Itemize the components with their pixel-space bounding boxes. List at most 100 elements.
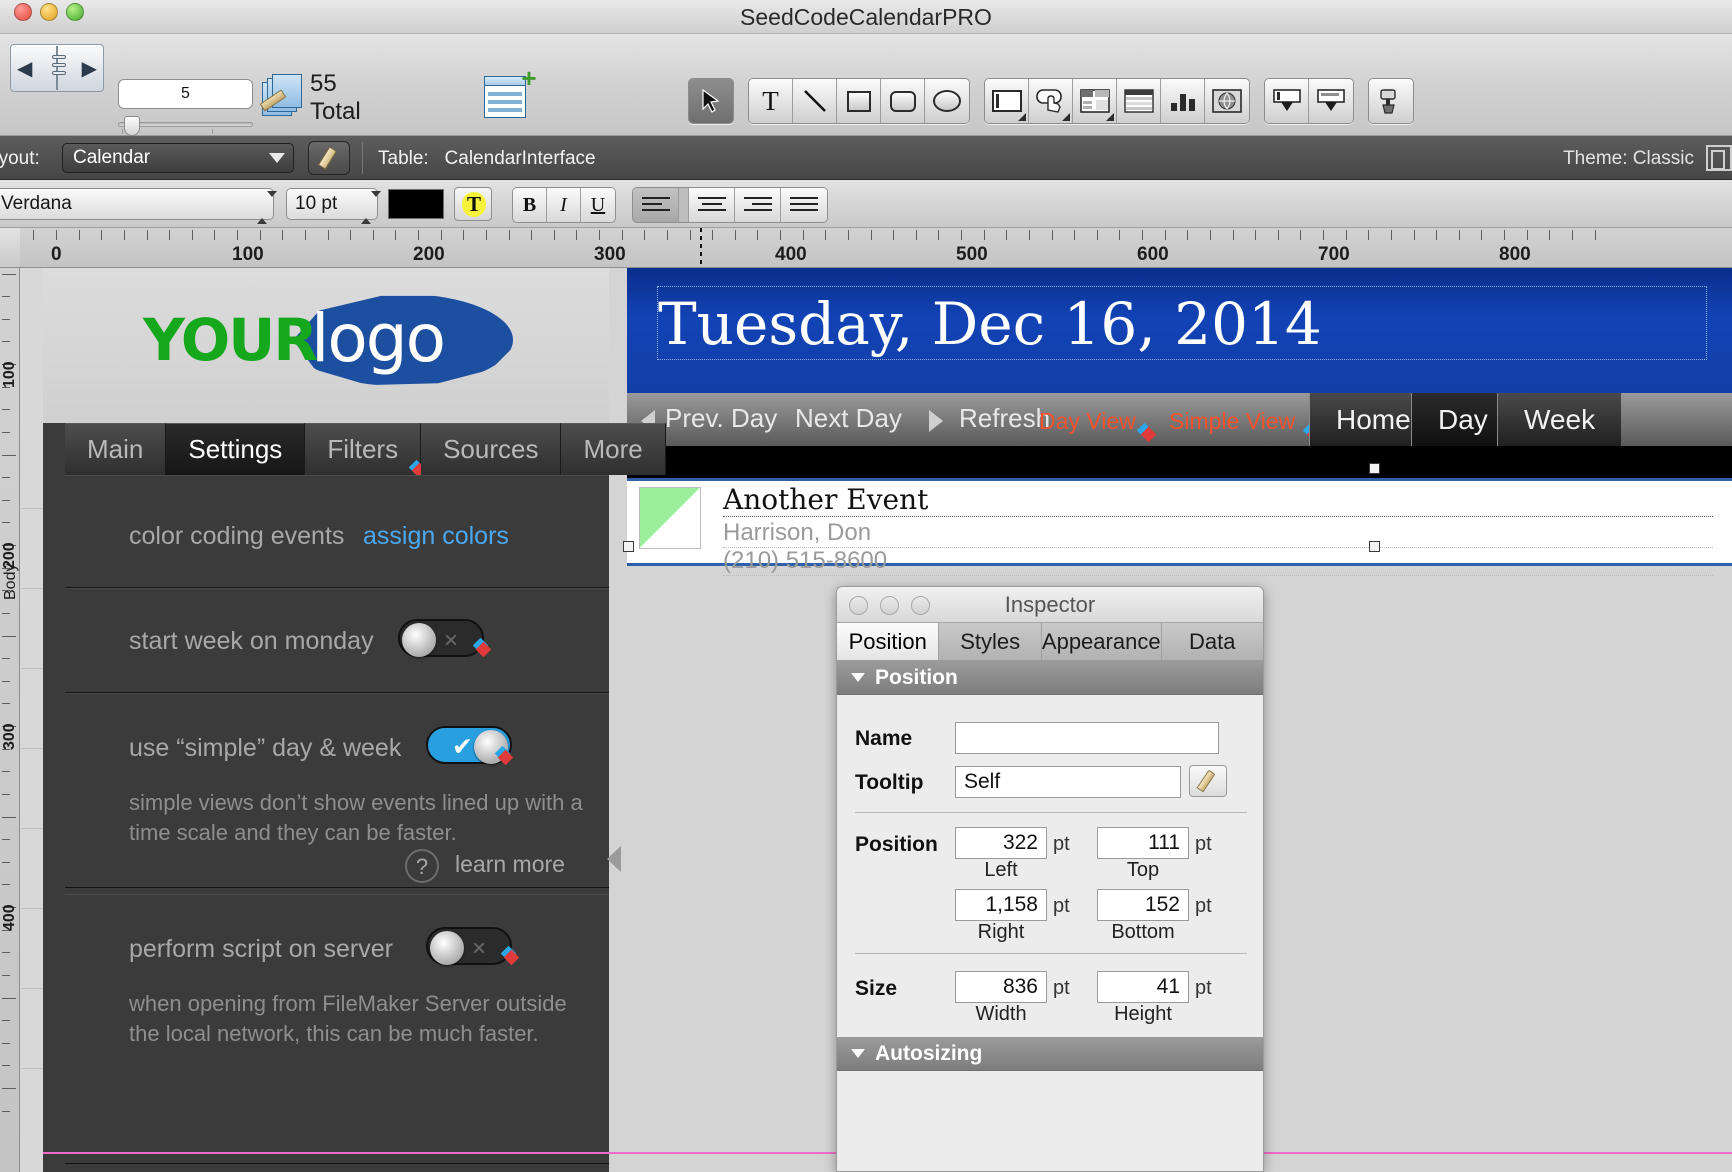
toggle-off-mark: × [444,627,459,654]
portal-tool[interactable] [1117,79,1161,123]
setting-label-color-coding: color coding events [129,522,345,550]
sublabel-bottom: Bottom [1111,921,1175,943]
ruler-tick [1006,230,1008,240]
sidebar-tab-main[interactable]: Main [65,423,167,475]
input-position-right[interactable]: 1,158 [955,889,1047,921]
format-painter-group [1368,78,1414,124]
refresh-button[interactable]: Refresh [959,403,1050,434]
layout-slider[interactable] [118,116,253,136]
text-tool[interactable]: T [749,79,793,123]
toggle-simple-views[interactable]: ✔ [426,726,514,766]
panel-collapse-arrow-icon[interactable] [607,846,621,872]
body-part-tab[interactable]: Body [0,540,20,840]
field-picker-tool[interactable] [1265,79,1309,123]
input-size-width[interactable]: 836 [955,971,1047,1003]
input-position-bottom[interactable]: 152 [1097,889,1189,921]
previous-layout-arrow[interactable]: ◀ [11,56,38,81]
ruler-label: 400 [775,244,807,265]
button-tool[interactable] [1029,79,1073,123]
layout-select[interactable]: Calendar [62,143,294,173]
input-tooltip[interactable]: Self [955,766,1181,798]
selection-handle[interactable] [1369,541,1380,552]
underline-button[interactable]: U [581,188,615,222]
input-position-left[interactable]: 322 [955,827,1047,859]
stepper-icon[interactable] [361,191,381,224]
ruler-tick [1368,230,1370,240]
next-day-button[interactable]: Next Day [795,403,902,434]
format-bar: Verdana 10 pt T B I U [0,180,1732,228]
rounded-rectangle-tool[interactable] [881,79,925,123]
sidebar-tab-strip: Main Settings Filters Sources More [65,423,666,479]
oval-tool[interactable] [925,79,969,123]
prev-day-button[interactable]: Prev. Day [665,403,777,434]
record-navigation-book[interactable]: ◀ ▶ [10,44,104,92]
setting-row-color-coding: color coding events assign colors [65,475,609,588]
input-position-top[interactable]: 111 [1097,827,1189,859]
inspector-maximize-button[interactable] [911,596,930,615]
sidebar-tab-settings[interactable]: Settings [166,423,306,475]
tooltip-edit-button[interactable] [1189,765,1227,797]
sidebar-tab-more[interactable]: More [561,423,666,475]
font-family-select[interactable]: Verdana [0,188,277,224]
setting-description-psos: when opening from FileMaker Server outsi… [129,991,567,1046]
selection-handle[interactable] [623,541,634,552]
layout-number-input[interactable]: 5 [118,79,253,109]
field-tool[interactable] [985,79,1029,123]
toggle-start-week-monday[interactable]: × [398,619,492,658]
input-size-height[interactable]: 41 [1097,971,1189,1003]
simple-view-link[interactable]: Simple View [1169,408,1295,435]
inspector-section-autosizing[interactable]: Autosizing [837,1037,1263,1071]
italic-button[interactable]: I [547,188,581,222]
inspector-tab-position[interactable]: Position [837,623,940,660]
help-icon[interactable]: ? [405,849,439,883]
selection-handle[interactable] [1369,463,1380,474]
font-size-select[interactable]: 10 pt [286,188,381,224]
align-right-button[interactable] [735,188,781,222]
drawing-tool-group: T [748,78,970,124]
align-center-button[interactable] [689,188,735,222]
inspector-tab-data[interactable]: Data [1161,623,1264,660]
view-tab-week[interactable]: Week [1497,393,1622,446]
inspector-close-button[interactable] [849,596,868,615]
line-tool[interactable] [793,79,837,123]
toggle-psos[interactable]: × [426,927,520,966]
chart-tool[interactable] [1161,79,1205,123]
day-view-link[interactable]: Day View [1039,408,1136,435]
next-day-arrow-icon[interactable] [929,410,943,432]
part-tool-group [1264,78,1354,124]
ruler-tick [1074,230,1076,240]
stepper-icon[interactable] [257,191,277,224]
edit-layout-button[interactable] [308,141,350,175]
part-tool[interactable] [1309,79,1353,123]
ruler-tick [531,230,533,240]
format-painter-tool[interactable] [1369,79,1413,123]
ruler-tick [1571,230,1573,240]
fill-color-swatch[interactable] [388,189,444,219]
input-name[interactable] [955,722,1219,754]
align-justify-button[interactable] [781,188,827,222]
ruler-tick [304,230,306,240]
panel-tool[interactable] [1073,79,1117,123]
new-layout-report-button[interactable]: + [478,65,538,124]
ruler-tick [847,230,849,240]
calendar-event-row[interactable]: Another Event Harrison, Don (210) 515-86… [627,478,1732,576]
rectangle-tool[interactable] [837,79,881,123]
inspector-minimize-button[interactable] [880,596,899,615]
inspector-section-position[interactable]: Position [837,661,1263,695]
inspector-window-controls[interactable] [849,596,930,615]
learn-more-link[interactable]: learn more [455,851,565,878]
next-layout-arrow[interactable]: ▶ [76,56,103,81]
inspector-tab-appearance[interactable]: Appearance [1041,623,1162,660]
ruler-tick [485,230,487,240]
theme-icon[interactable] [1706,145,1732,171]
sidebar-tab-sources[interactable]: Sources [421,423,562,475]
selection-arrow-tool[interactable] [689,79,733,123]
bold-button[interactable]: B [513,188,547,222]
text-color-button[interactable]: T [454,187,492,221]
assign-colors-link[interactable]: assign colors [363,522,509,551]
sidebar-tab-filters[interactable]: Filters [305,423,428,479]
web-viewer-tool[interactable] [1205,79,1249,123]
slider-knob[interactable] [124,116,140,136]
align-left-button[interactable] [633,188,679,222]
inspector-tab-styles[interactable]: Styles [939,623,1042,660]
